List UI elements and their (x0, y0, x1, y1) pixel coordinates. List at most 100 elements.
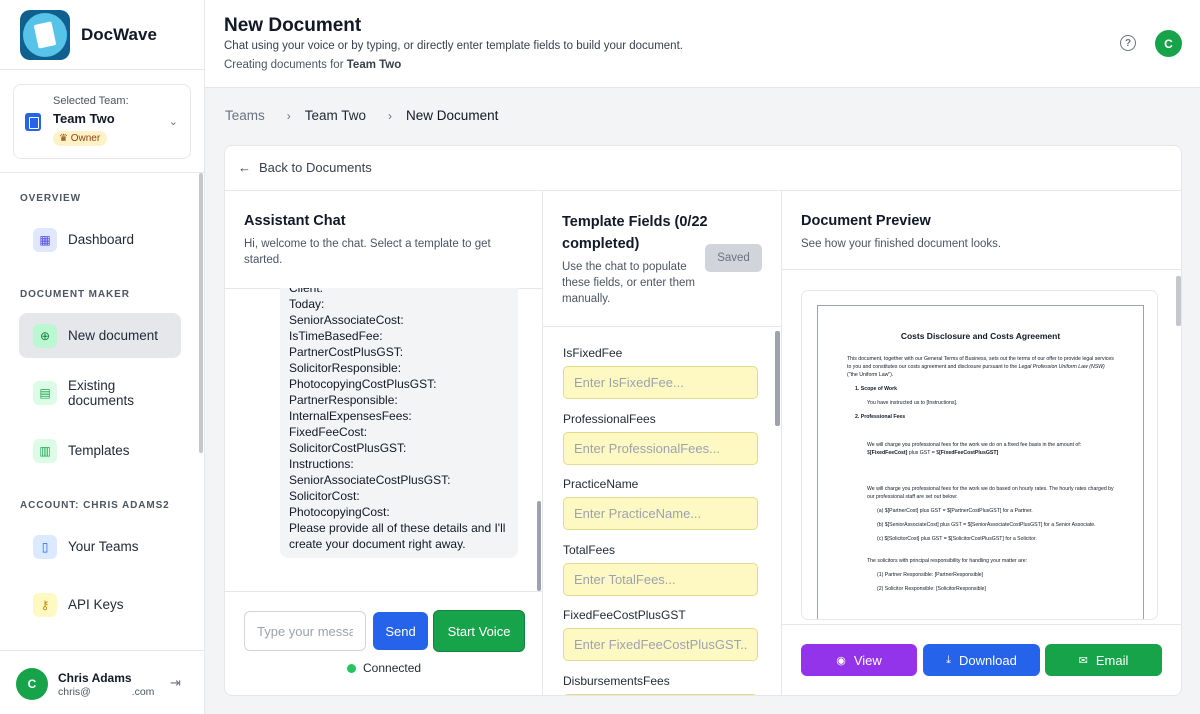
plus-circle-icon: ⊕ (33, 323, 57, 348)
field-list: IsFixedFee ProfessionalFees PracticeName To… (543, 327, 782, 695)
sidebar-item-label: Templates (68, 443, 130, 458)
template-field: PracticeName (563, 477, 758, 530)
sidebar-item-label: Your Teams (68, 539, 139, 554)
breadcrumb-current: New Document (406, 108, 499, 123)
page-subtitle: Chat using your voice or by typing, or d… (224, 40, 683, 52)
status-dot-icon (347, 663, 356, 673)
brand[interactable]: DocWave (0, 0, 204, 70)
role-badge: ♛ Owner (53, 131, 108, 146)
fields-scrollbar[interactable] (775, 331, 780, 426)
mail-icon: ✉ (1078, 654, 1088, 667)
document-intro: This document, together with our General… (847, 356, 1114, 378)
chat-message-input[interactable] (244, 611, 366, 651)
chevron-down-icon: ⌄ (168, 116, 178, 128)
grid-icon: ▦ (33, 227, 57, 252)
building-icon (25, 113, 41, 131)
eye-icon: ◉ (836, 654, 846, 667)
key-icon: ⚷ (33, 592, 57, 617)
template-field: ProfessionalFees (563, 412, 758, 465)
field-input[interactable] (563, 497, 758, 530)
responsibility-paragraph: The solicitors with principal responsibi… (867, 558, 1028, 564)
sidebar-item-label: Existing documents (68, 377, 135, 408)
sidebar: DocWave Selected Team: Team Two ♛ Owner … (0, 0, 205, 714)
user-email: chris@ .com (58, 686, 155, 698)
field-input[interactable] (563, 431, 758, 465)
breadcrumb-teams[interactable]: Teams (225, 108, 265, 123)
email-button[interactable]: ✉ Email (1045, 644, 1162, 676)
chat-message-line: create your document right away. (289, 537, 466, 551)
assistant-message: Client: Today: SeniorAssociateCost: IsTimeB… (280, 288, 518, 558)
field-label: ProfessionalFees (563, 411, 656, 426)
sidebar-item-dashboard[interactable]: ▦ Dashboard (19, 217, 181, 262)
section-fees-title: 2. Professional Fees (855, 414, 906, 420)
template-field: TotalFees (563, 543, 758, 596)
app-name: DocWave (81, 24, 157, 44)
chat-message-line: Instructions: (289, 457, 354, 471)
sidebar-item-label: New document (68, 328, 159, 343)
sidebar-item-new-document[interactable]: ⊕ New document (19, 313, 181, 358)
chevron-right-icon: › (388, 108, 393, 123)
logout-icon[interactable]: ⇥ (170, 675, 181, 691)
document-title: Costs Disclosure and Costs Agreement (900, 331, 1061, 341)
header-avatar[interactable]: C (1155, 30, 1182, 57)
chat-message-line: Please provide all of these details and … (289, 521, 506, 535)
preview-scrollbar[interactable] (1176, 276, 1181, 326)
chat-message-line: SeniorAssociateCost: (289, 313, 404, 327)
fixed-fee-paragraph: We will charge you professional fees for… (867, 442, 1082, 456)
sidebar-item-templates[interactable]: ▥ Templates (19, 428, 181, 473)
chat-message-line: SolicitorResponsible: (289, 361, 402, 375)
chat-description: Hi, welcome to the chat. Select a templa… (244, 238, 491, 266)
section-scope-title: 1. Scope of Work (855, 386, 897, 392)
chat-message-line: PartnerCostPlusGST: (289, 345, 404, 359)
sidebar-scrollbar[interactable] (199, 173, 203, 453)
field-input[interactable] (563, 562, 758, 596)
help-icon[interactable]: ? (1120, 35, 1136, 51)
avatar[interactable]: C (16, 668, 48, 700)
chat-message-line: PhotocopyingCostPlusGST: (289, 377, 437, 391)
chevron-right-icon: › (286, 108, 291, 123)
user-name: Chris Adams (58, 671, 132, 685)
send-button[interactable]: Send (373, 612, 428, 650)
download-button[interactable]: ⤓ Download (923, 644, 1040, 676)
field-input[interactable] (563, 366, 758, 399)
saved-button[interactable]: Saved (705, 244, 762, 272)
template-fields-title: Template Fields (0/22 completed) (562, 214, 708, 252)
sidebar-item-label: Dashboard (68, 232, 135, 247)
chat-message-line: FixedFeeCost: (289, 425, 368, 439)
template-fields-description: Use the chat to populate these fields, o… (562, 261, 695, 305)
back-to-documents-link[interactable]: ← Back to Documents (238, 160, 372, 175)
user-footer: C Chris Adams chris@ .com ⇥ (0, 650, 204, 714)
template-fields-panel: Template Fields (0/22 completed) Use the… (543, 191, 782, 695)
view-button[interactable]: ◉ View (801, 644, 917, 676)
field-input[interactable] (563, 628, 758, 661)
page-context: Creating documents for Team Two (224, 59, 402, 71)
field-input[interactable] (563, 693, 758, 695)
breadcrumb: Teams › Team Two › New Document (225, 108, 498, 123)
preview-title: Document Preview (801, 213, 931, 229)
preview-frame[interactable]: Costs Disclosure and Costs Agreement Thi… (801, 290, 1158, 620)
document-icon: ▤ (33, 380, 57, 405)
field-label: PracticeName (563, 477, 639, 491)
template-field: IsFixedFee (563, 346, 758, 399)
chat-scrollbar[interactable] (537, 501, 541, 591)
start-voice-button[interactable]: Start Voice (433, 610, 525, 652)
sidebar-item-your-teams[interactable]: ▯ Your Teams (19, 524, 181, 569)
section-account: ACCOUNT: CHRIS ADAMS2 (20, 500, 170, 511)
chat-message-line: Client: (289, 288, 324, 295)
breadcrumb-team-two[interactable]: Team Two (305, 108, 366, 123)
sidebar-item-label: API Keys (68, 597, 124, 612)
chat-message-line: SolicitorCost: (289, 489, 360, 503)
chat-message-line: InternalExpensesFees: (289, 409, 412, 423)
field-label: TotalFees (563, 542, 616, 557)
rate-solicitor: (c) $[SolicitorCost] plus GST = $[Solici… (877, 536, 1037, 542)
responsible-solicitor: (2) Solicitor Responsible: [SolicitorRes… (877, 586, 986, 592)
selected-team-name: Team Two (53, 111, 115, 126)
team-selector[interactable]: Selected Team: Team Two ♛ Owner ⌄ (13, 84, 191, 159)
docwave-logo-icon (20, 9, 70, 60)
sidebar-item-api-keys[interactable]: ⚷ API Keys (19, 582, 181, 627)
sidebar-item-existing-documents[interactable]: ▤ Existing documents (19, 370, 181, 415)
tablet-icon: ▯ (33, 534, 57, 559)
page-title: New Document (224, 15, 362, 36)
assistant-chat-panel: Assistant Chat Hi, welcome to the chat. … (225, 191, 543, 695)
template-field: DisbursementsFees (563, 674, 758, 695)
